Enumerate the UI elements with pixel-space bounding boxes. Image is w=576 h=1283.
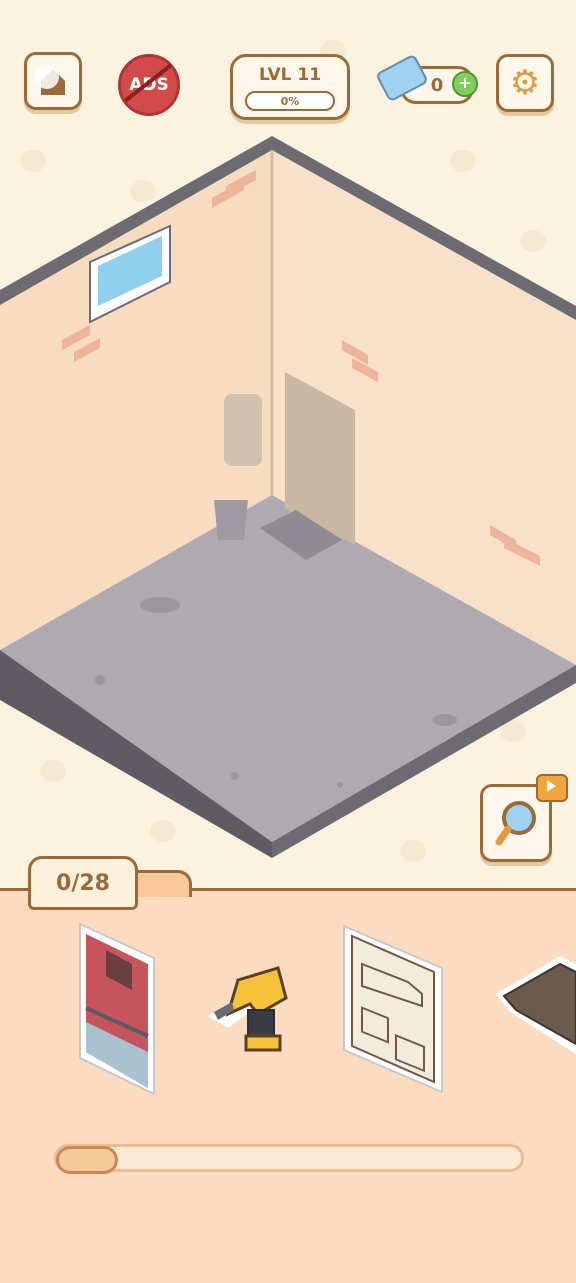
game-scene: [0, 0, 576, 890]
level-progress-bar: 0%: [245, 91, 335, 111]
magnifier-icon: [495, 801, 536, 846]
gear-icon: ⚙: [509, 63, 541, 103]
level-indicator: LVL 11 0%: [230, 54, 350, 120]
inventory-count-tab: 0/28: [28, 856, 138, 910]
inventory-item-car-poster[interactable]: [338, 920, 448, 1096]
ticket-count: 0: [430, 74, 444, 96]
video-ad-icon: [536, 774, 568, 802]
remove-ads-button[interactable]: ADS: [118, 54, 180, 116]
inventory-scrollbar-track[interactable]: [54, 1144, 524, 1172]
home-button[interactable]: [24, 52, 82, 110]
inventory-item-door[interactable]: [74, 918, 160, 1100]
inventory-item-drill[interactable]: [198, 958, 298, 1058]
settings-button[interactable]: ⚙: [496, 54, 554, 112]
add-tickets-button[interactable]: +: [452, 71, 478, 97]
room: [0, 136, 576, 858]
inventory-item-doormat[interactable]: [490, 950, 576, 1060]
inventory-scrollbar-thumb[interactable]: [56, 1146, 118, 1174]
inventory-count: 0/28: [56, 870, 110, 896]
level-label: LVL 11: [258, 65, 322, 85]
mirror-placeholder: [224, 394, 262, 466]
ads-label: ADS: [129, 75, 169, 95]
home-icon: [35, 65, 65, 95]
bucket-placeholder: [214, 500, 248, 540]
level-progress-text: 0%: [280, 94, 300, 108]
